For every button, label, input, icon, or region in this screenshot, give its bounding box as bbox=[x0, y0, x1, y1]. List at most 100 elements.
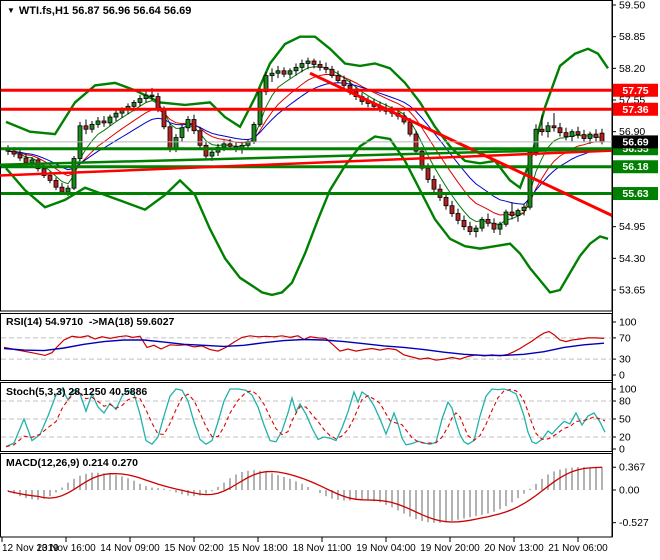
time-tick-label: 14 Nov 09:00 bbox=[100, 543, 160, 554]
axis-tick-label: 54.30 bbox=[619, 253, 645, 265]
bear-candle bbox=[47, 175, 53, 181]
axis-tick-label: 50 bbox=[619, 414, 631, 426]
axis-tick-label: 20 bbox=[619, 432, 631, 444]
axis-tick-label: 58.85 bbox=[619, 31, 645, 43]
bull-candle bbox=[269, 72, 275, 77]
bear-candle bbox=[149, 94, 155, 97]
level-price-badge: 56.18 bbox=[613, 160, 658, 174]
rsi-panel-frame[interactable] bbox=[0, 313, 613, 381]
bear-candle bbox=[17, 153, 23, 159]
axis-tick-label: 80 bbox=[619, 396, 631, 408]
bear-candle bbox=[59, 186, 65, 193]
bear-candle bbox=[485, 218, 491, 224]
level-price-badge: 55.63 bbox=[613, 187, 658, 201]
bear-candle bbox=[161, 109, 167, 128]
bull-candle bbox=[185, 119, 191, 129]
axis-tick-label: 70 bbox=[619, 332, 631, 344]
bear-candle bbox=[281, 70, 287, 75]
axis-tick-label: 30 bbox=[619, 354, 631, 366]
current-price-badge-text: 56.69 bbox=[622, 136, 648, 148]
bear-candle bbox=[335, 75, 341, 81]
chart-canvas[interactable]: 59.5058.8558.2057.5556.9054.9554.3053.65… bbox=[0, 0, 660, 560]
bull-candle bbox=[497, 223, 503, 230]
bull-candle bbox=[173, 137, 179, 150]
axis-tick-label: 58.20 bbox=[619, 63, 645, 75]
time-tick-label: 18 Nov 11:00 bbox=[293, 543, 352, 554]
time-tick-label: 19 Nov 04:00 bbox=[356, 543, 416, 554]
bear-candle bbox=[317, 64, 323, 68]
bull-candle bbox=[251, 123, 257, 142]
bear-candle bbox=[83, 125, 89, 130]
bear-candle bbox=[167, 126, 173, 150]
bull-candle bbox=[131, 102, 137, 107]
bear-candle bbox=[191, 119, 197, 132]
axis-tick-label: 54.95 bbox=[619, 221, 645, 233]
bull-candle bbox=[95, 120, 101, 125]
bull-candle bbox=[113, 112, 119, 118]
bull-candle bbox=[527, 151, 533, 208]
bull-candle bbox=[521, 206, 527, 211]
bull-candle bbox=[137, 98, 143, 103]
time-axis[interactable]: 12 Nov 201913 Nov 16:00 14 Nov 09:00 15 No… bbox=[1, 537, 608, 554]
level-price-badge: 57.75 bbox=[613, 83, 658, 97]
bear-candle bbox=[509, 211, 515, 216]
bull-candle bbox=[221, 143, 227, 148]
bear-candle bbox=[461, 219, 467, 228]
bull-candle bbox=[143, 94, 149, 99]
axis-tick-label: 53.65 bbox=[619, 285, 645, 297]
bull-candle bbox=[107, 116, 113, 124]
bear-candle bbox=[539, 128, 545, 133]
bear-candle bbox=[425, 167, 431, 180]
bull-candle bbox=[587, 133, 593, 139]
time-tick-label: 13 Nov 16:00 bbox=[36, 543, 96, 554]
bear-candle bbox=[323, 66, 329, 70]
bear-candle bbox=[203, 144, 209, 157]
bear-candle bbox=[407, 121, 413, 135]
time-tick-label: 19 Nov 20:00 bbox=[420, 543, 480, 554]
bull-candle bbox=[545, 125, 551, 133]
level-price-badge-text: 57.75 bbox=[622, 85, 648, 97]
axis-tick-label: 100 bbox=[619, 317, 637, 329]
bear-candle bbox=[23, 157, 29, 164]
bull-candle bbox=[515, 210, 521, 216]
bull-candle bbox=[503, 211, 509, 225]
bull-candle bbox=[473, 227, 479, 232]
bull-candle bbox=[275, 70, 281, 74]
bear-candle bbox=[557, 127, 563, 134]
time-tick-label: 21 Nov 06:00 bbox=[548, 543, 608, 554]
bear-candle bbox=[101, 120, 107, 124]
bear-candle bbox=[227, 143, 233, 147]
bear-candle bbox=[431, 179, 437, 190]
level-price-badge-text: 57.36 bbox=[622, 104, 648, 116]
bear-candle bbox=[551, 125, 557, 129]
price-axis: 59.5058.8558.2057.5556.9054.9554.3053.65… bbox=[612, 0, 658, 537]
bull-candle bbox=[65, 187, 71, 193]
macd-panel-frame[interactable] bbox=[0, 453, 613, 538]
bear-candle bbox=[197, 130, 203, 146]
axis-tick-label: 59.50 bbox=[619, 0, 645, 12]
bull-candle bbox=[209, 151, 215, 157]
axis-tick-label: 0.00 bbox=[619, 485, 640, 497]
axis-tick-label: 0 bbox=[619, 370, 625, 382]
bull-candle bbox=[299, 63, 305, 68]
bear-candle bbox=[53, 179, 59, 188]
bull-candle bbox=[89, 123, 95, 130]
bull-candle bbox=[305, 60, 311, 64]
bull-candle bbox=[479, 218, 485, 229]
axis-tick-label: -0.527 bbox=[619, 517, 649, 529]
bear-candle bbox=[563, 132, 569, 137]
bear-candle bbox=[593, 133, 599, 138]
bear-candle bbox=[311, 60, 317, 65]
bear-candle bbox=[455, 213, 461, 221]
level-price-badge-text: 56.18 bbox=[622, 161, 648, 173]
bull-candle bbox=[29, 159, 35, 164]
bear-candle bbox=[491, 222, 497, 230]
trading-chart-window: 59.50 58.85 58.20 57.55 56.90 54.95 54.30 53.65… bbox=[0, 0, 660, 560]
bear-candle bbox=[329, 68, 335, 77]
bull-candle bbox=[287, 70, 293, 75]
axis-tick-label: 0 bbox=[619, 444, 625, 456]
bear-candle bbox=[11, 150, 17, 155]
bear-candle bbox=[443, 197, 449, 207]
bull-candle bbox=[293, 66, 299, 72]
current-price-badge: 56.69 bbox=[613, 135, 658, 149]
